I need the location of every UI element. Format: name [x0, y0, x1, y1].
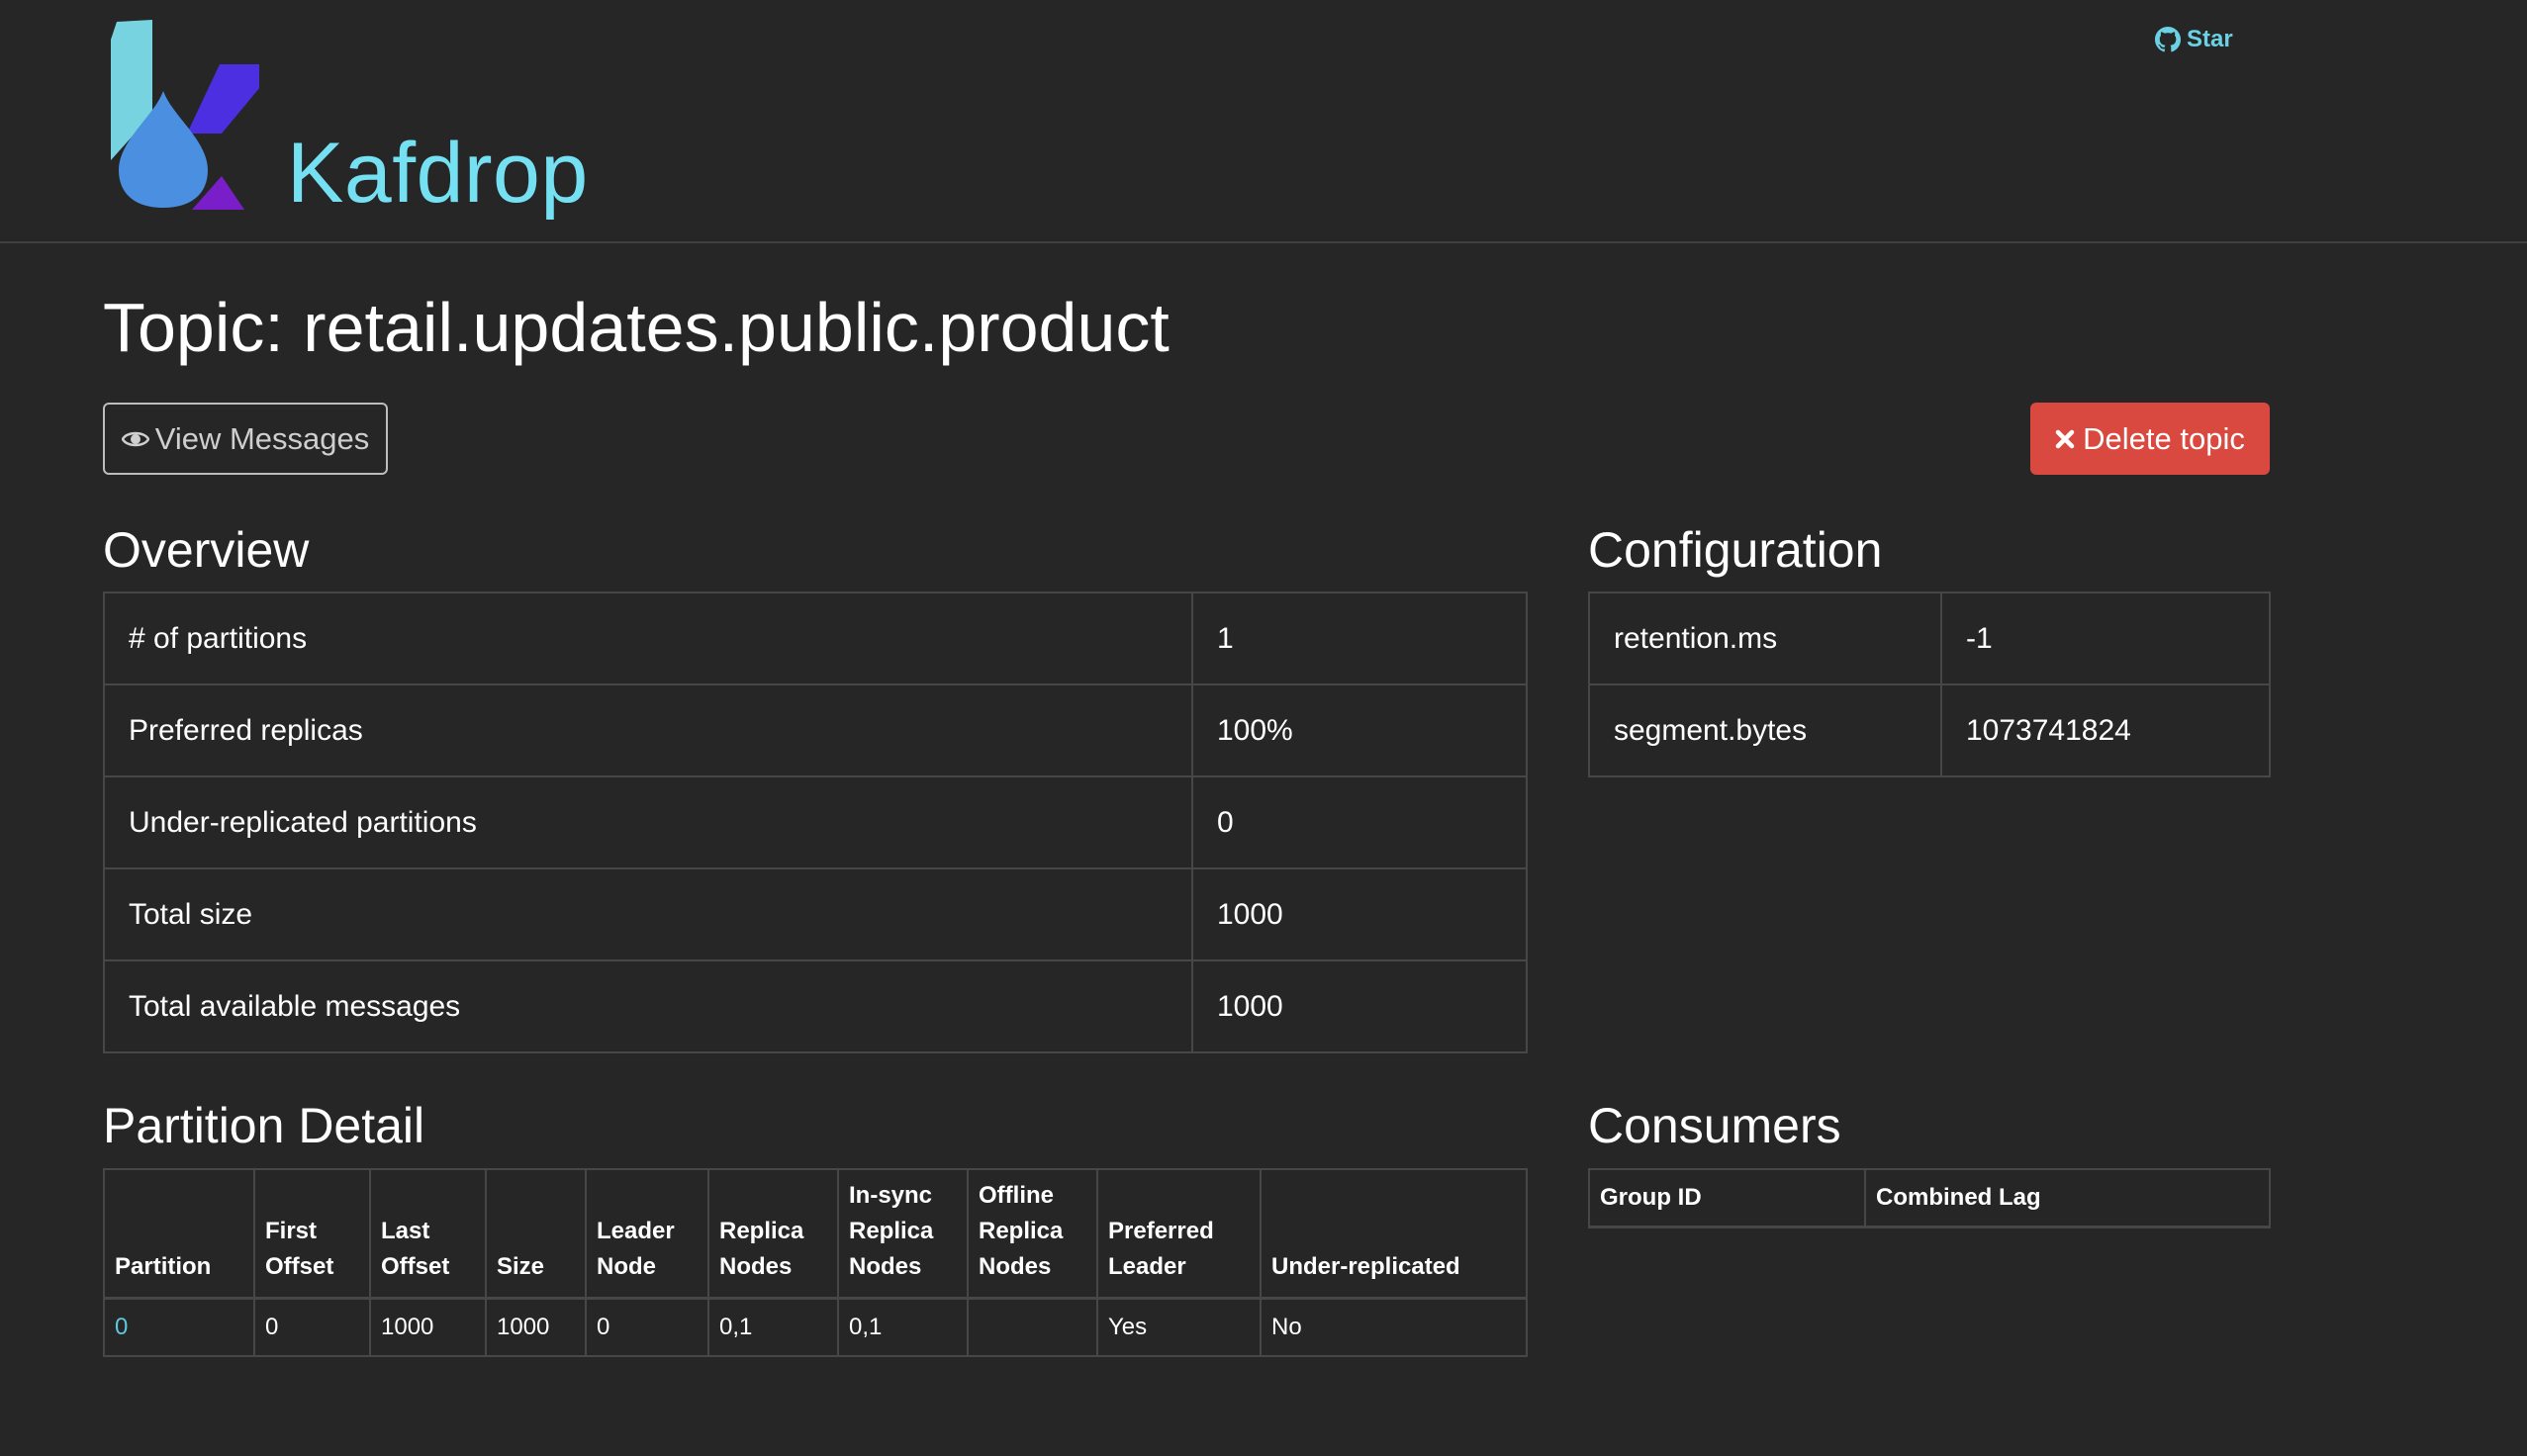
view-messages-button[interactable]: View Messages	[103, 403, 388, 475]
overview-value: 1	[1191, 592, 1528, 685]
overview-value: 0	[1191, 775, 1528, 869]
eye-icon	[121, 431, 149, 446]
page-title: Topic: retail.updates.public.product	[103, 289, 1170, 366]
preferred-leader-cell: Yes	[1096, 1297, 1262, 1357]
configuration-table: retention.ms -1 segment.bytes 1073741824	[1588, 592, 2271, 777]
config-key: retention.ms	[1588, 592, 1942, 685]
consumers-title: Consumers	[1588, 1098, 1841, 1153]
consumers-table: Group ID Combined Lag	[1588, 1168, 2271, 1228]
delete-topic-label: Delete topic	[2083, 420, 2245, 456]
replica-nodes-cell: 0,1	[707, 1297, 839, 1357]
in-sync-replica-nodes-cell: 0,1	[837, 1297, 969, 1357]
star-label: Star	[2187, 26, 2233, 52]
table-header-row: Group ID Combined Lag	[1588, 1168, 2271, 1228]
column-header: Leader Node	[585, 1168, 709, 1300]
table-row: retention.ms -1	[1588, 592, 2271, 685]
partition-link[interactable]: 0	[115, 1314, 128, 1340]
partition-detail-title: Partition Detail	[103, 1098, 425, 1153]
partition-detail-table: Partition First Offset Last Offset Size …	[103, 1168, 1528, 1357]
column-header: Last Offset	[369, 1168, 487, 1300]
overview-label: Preferred replicas	[103, 683, 1193, 777]
column-header: Preferred Leader	[1096, 1168, 1262, 1300]
config-value: 1073741824	[1940, 683, 2271, 777]
config-key: segment.bytes	[1588, 683, 1942, 777]
overview-value: 1000	[1191, 867, 1528, 961]
delete-topic-button[interactable]: Delete topic	[2030, 403, 2270, 475]
view-messages-label: View Messages	[154, 420, 370, 456]
table-row: segment.bytes 1073741824	[1588, 683, 2271, 777]
brand-name[interactable]: Kafdrop	[287, 131, 589, 216]
offline-replica-nodes-cell	[967, 1297, 1098, 1357]
partition-cell: 0	[103, 1297, 255, 1357]
column-header: Partition	[103, 1168, 255, 1300]
column-header: Size	[485, 1168, 587, 1300]
table-row: Total available messages 1000	[103, 959, 1528, 1053]
under-replicated-cell: No	[1260, 1297, 1528, 1357]
table-header-row: Partition First Offset Last Offset Size …	[103, 1168, 1528, 1300]
app-header: Kafdrop Star	[0, 0, 2527, 243]
overview-label: Total size	[103, 867, 1193, 961]
column-header: Replica Nodes	[707, 1168, 839, 1300]
github-icon	[2155, 27, 2181, 52]
size-cell: 1000	[485, 1297, 587, 1357]
column-header: In-sync Replica Nodes	[837, 1168, 969, 1300]
last-offset-cell: 1000	[369, 1297, 487, 1357]
column-header: Combined Lag	[1864, 1168, 2271, 1228]
overview-value: 100%	[1191, 683, 1528, 777]
column-header: First Offset	[253, 1168, 371, 1300]
first-offset-cell: 0	[253, 1297, 371, 1357]
kafdrop-logo-icon	[111, 20, 259, 210]
table-row: 0 0 1000 1000 0 0,1 0,1 Yes No	[103, 1297, 1528, 1357]
config-value: -1	[1940, 592, 2271, 685]
table-row: Under-replicated partitions 0	[103, 775, 1528, 869]
github-star-button[interactable]: Star	[2155, 26, 2233, 53]
close-icon	[2055, 429, 2075, 448]
overview-label: Under-replicated partitions	[103, 775, 1193, 869]
table-row: Preferred replicas 100%	[103, 683, 1528, 777]
table-row: # of partitions 1	[103, 592, 1528, 685]
overview-label: Total available messages	[103, 959, 1193, 1053]
overview-title: Overview	[103, 522, 310, 578]
column-header: Under-replicated	[1260, 1168, 1528, 1300]
overview-table: # of partitions 1 Preferred replicas 100…	[103, 592, 1528, 1053]
column-header: Group ID	[1588, 1168, 1866, 1228]
leader-node-cell: 0	[585, 1297, 709, 1357]
column-header: Offline Replica Nodes	[967, 1168, 1098, 1300]
overview-label: # of partitions	[103, 592, 1193, 685]
table-row: Total size 1000	[103, 867, 1528, 961]
overview-value: 1000	[1191, 959, 1528, 1053]
configuration-title: Configuration	[1588, 522, 1883, 578]
